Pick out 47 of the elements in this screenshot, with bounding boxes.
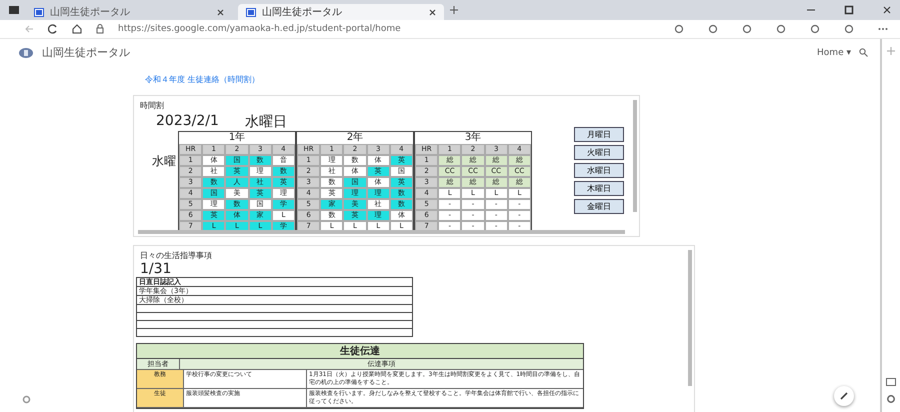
- day-label: 水曜: [152, 153, 176, 170]
- close-icon[interactable]: [882, 5, 892, 15]
- day-button[interactable]: 木曜日: [574, 181, 624, 196]
- weekday-text: 水曜日: [244, 113, 287, 131]
- url-text[interactable]: https://sites.google.com/yamaoka-h.ed.jp/student-portal/home: [118, 24, 401, 34]
- pencil-icon: [839, 391, 849, 401]
- new-tab-icon[interactable]: [450, 6, 458, 14]
- edit-button[interactable]: [834, 386, 854, 406]
- date-text: 1/31: [139, 261, 172, 277]
- close-icon[interactable]: [217, 8, 224, 16]
- sheet-label: 時間割: [139, 100, 165, 111]
- browser-tab[interactable]: 山岡生徒ポータル: [26, 4, 232, 20]
- year-header: 2年: [346, 132, 364, 144]
- table-title: 生徒伝達: [137, 344, 583, 359]
- page-link[interactable]: 令和４年度 生徒連絡（時間割）: [145, 74, 880, 85]
- tab-actions-icon[interactable]: [8, 5, 20, 15]
- close-icon[interactable]: [429, 8, 436, 16]
- sidebar-icon[interactable]: [886, 378, 896, 386]
- year-header: 3年: [464, 132, 482, 144]
- toolbar-icon[interactable]: [742, 24, 752, 34]
- browser-tab[interactable]: 山岡生徒ポータル: [238, 4, 444, 20]
- toolbar-icon[interactable]: [674, 24, 684, 34]
- sheet-icon: [246, 8, 256, 16]
- sheet-icon: [34, 8, 44, 16]
- scrollbar[interactable]: [688, 250, 692, 386]
- site-title[interactable]: 山岡生徒ポータル: [42, 45, 130, 60]
- toolbar-icon[interactable]: [708, 24, 718, 34]
- day-button[interactable]: 火曜日: [574, 145, 624, 160]
- sheet-label: 日々の生活指導事項: [139, 250, 213, 261]
- lock-icon: [96, 24, 104, 34]
- day-button[interactable]: 月曜日: [574, 127, 624, 142]
- year-header: 1年: [228, 132, 246, 144]
- date-text: 2023/2/1: [156, 113, 219, 131]
- reload-icon[interactable]: [48, 24, 58, 34]
- search-icon[interactable]: [859, 48, 868, 57]
- nav-menu[interactable]: Home ▾: [817, 48, 851, 58]
- maximize-icon[interactable]: [844, 5, 854, 15]
- more-icon[interactable]: [878, 27, 888, 31]
- toolbar-icon[interactable]: [844, 24, 854, 34]
- day-button[interactable]: 金曜日: [574, 199, 624, 214]
- scrollbar[interactable]: [138, 230, 625, 234]
- home-icon[interactable]: [72, 24, 82, 34]
- toolbar-icon[interactable]: [810, 24, 820, 34]
- day-button[interactable]: 水曜日: [574, 163, 624, 178]
- toolbar-icon[interactable]: [776, 24, 786, 34]
- site-logo-icon[interactable]: [18, 46, 34, 58]
- scrollbar[interactable]: [633, 100, 637, 212]
